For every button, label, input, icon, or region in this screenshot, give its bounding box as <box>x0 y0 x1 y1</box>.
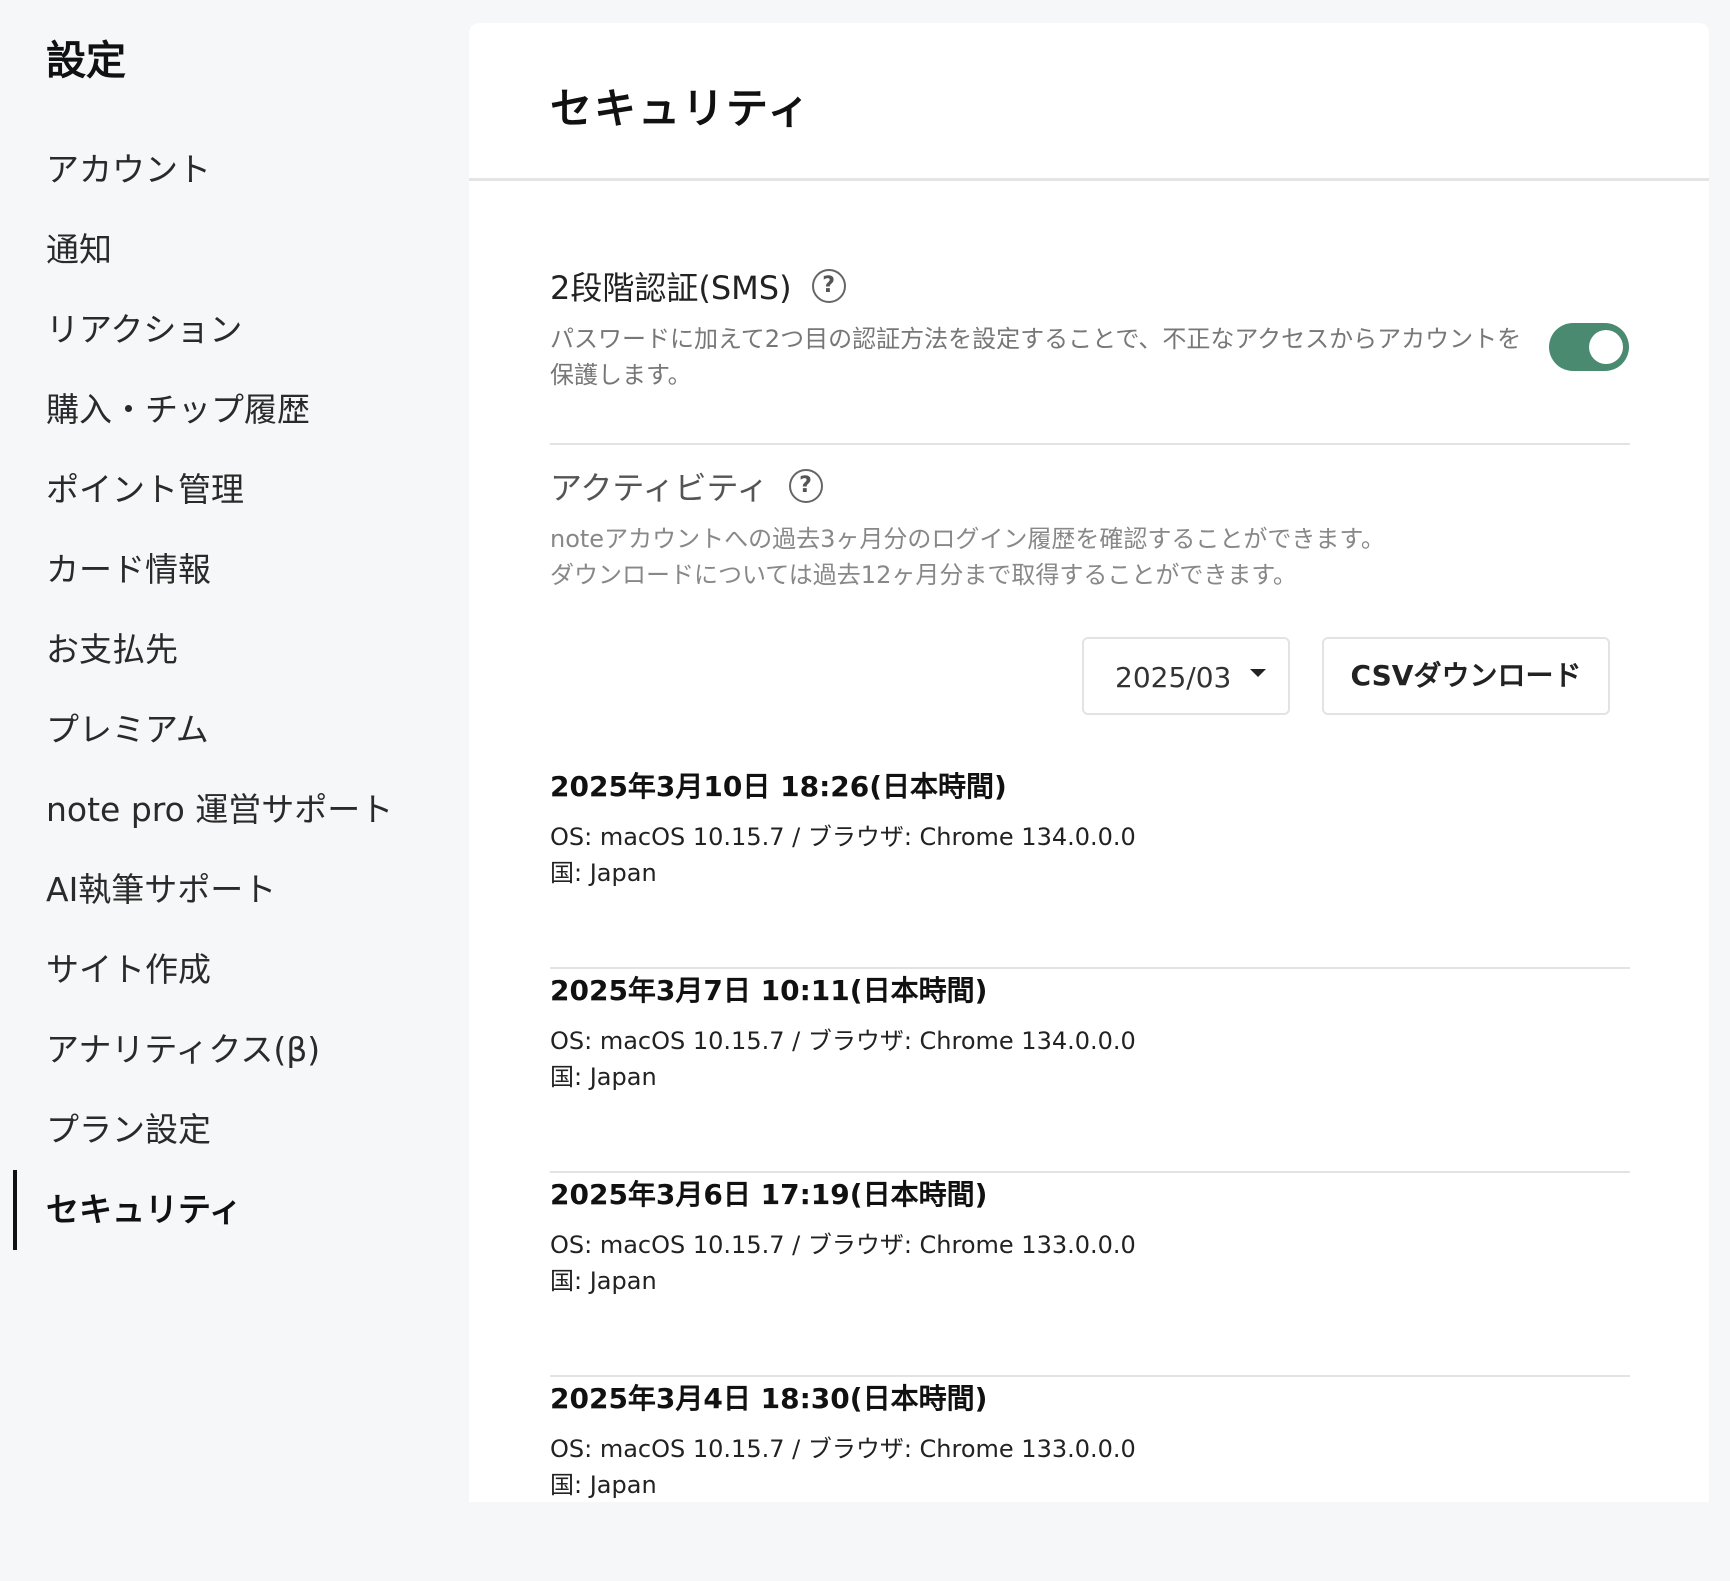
month-select-value: 2025/03 <box>1115 661 1232 694</box>
login-history-item: 2025年3月6日 17:19(日本時間) OS: macOS 10.15.7 … <box>550 1173 1630 1377</box>
login-history-list: 2025年3月10日 18:26(日本時間) OS: macOS 10.15.7… <box>550 765 1630 1581</box>
login-country: 国: Japan <box>550 1267 657 1295</box>
settings-sidebar: 設定 アカウント 通知 リアクション 購入・チップ履歴 ポイント管理 カード情報… <box>0 0 470 1502</box>
activity-title: アクティビティ <box>550 469 769 507</box>
sms-2fa-toggle[interactable] <box>1549 323 1629 371</box>
activity-description: noteアカウントへの過去3ヶ月分のログイン履歴を確認することができます。 ダウ… <box>550 521 1630 593</box>
login-date: 2025年3月10日 18:26(日本時間) <box>550 770 1007 803</box>
activity-description-line-2: ダウンロードについては過去12ヶ月分まで取得することができます。 <box>550 561 1297 589</box>
login-country: 国: Japan <box>550 859 657 887</box>
sidebar-title: 設定 <box>46 38 126 84</box>
sidebar-item-notifications[interactable]: 通知 <box>0 210 470 290</box>
sms-2fa-section: 2段階認証(SMS) ? パスワードに加えて2つ目の認証方法を設定することで、不… <box>550 263 1630 393</box>
login-date: 2025年3月4日 18:30(日本時間) <box>550 1382 988 1415</box>
month-select[interactable]: 2025/03 <box>1082 637 1290 715</box>
login-country: 国: Japan <box>550 1063 657 1091</box>
sms-2fa-title: 2段階認証(SMS) <box>550 269 792 307</box>
sidebar-item-card-info[interactable]: カード情報 <box>0 530 470 610</box>
section-divider <box>550 443 1630 445</box>
help-circle-icon[interactable]: ? <box>788 469 823 503</box>
sidebar-item-account[interactable]: アカウント <box>0 130 470 210</box>
panel-header: セキュリティ <box>469 23 1709 181</box>
login-history-item: 2025年3月10日 18:26(日本時間) OS: macOS 10.15.7… <box>550 765 1630 969</box>
help-circle-icon[interactable]: ? <box>811 269 846 303</box>
login-history-item: 2025年3月7日 10:11(日本時間) OS: macOS 10.15.7 … <box>550 969 1630 1173</box>
login-os-browser: OS: macOS 10.15.7 / ブラウザ: Chrome 133.0.0… <box>550 1231 1136 1259</box>
sidebar-item-reactions[interactable]: リアクション <box>0 290 470 370</box>
page-title: セキュリティ <box>550 84 812 133</box>
sidebar-item-note-pro-support[interactable]: note pro 運営サポート <box>0 770 470 850</box>
sidebar-item-purchase-history[interactable]: 購入・チップ履歴 <box>0 370 470 450</box>
sidebar-item-analytics[interactable]: アナリティクス(β) <box>0 1010 470 1090</box>
login-os-browser: OS: macOS 10.15.7 / ブラウザ: Chrome 134.0.0… <box>550 1027 1136 1055</box>
sidebar-item-points[interactable]: ポイント管理 <box>0 450 470 530</box>
sidebar-item-site-builder[interactable]: サイト作成 <box>0 930 470 1010</box>
caret-down-icon <box>1250 669 1266 677</box>
sidebar-item-ai-writing[interactable]: AI執筆サポート <box>0 850 470 930</box>
login-date: 2025年3月6日 17:19(日本時間) <box>550 1178 988 1211</box>
toggle-knob <box>1589 330 1623 364</box>
activity-section: アクティビティ ? noteアカウントへの過去3ヶ月分のログイン履歴を確認するこ… <box>550 463 1630 593</box>
login-os-browser: OS: macOS 10.15.7 / ブラウザ: Chrome 133.0.0… <box>550 1435 1136 1463</box>
sidebar-nav: アカウント 通知 リアクション 購入・チップ履歴 ポイント管理 カード情報 お支… <box>0 130 470 1250</box>
activity-description-line-1: noteアカウントへの過去3ヶ月分のログイン履歴を確認することができます。 <box>550 525 1385 553</box>
security-panel: セキュリティ 2段階認証(SMS) ? パスワードに加えて2つ目の認証方法を設定… <box>469 23 1709 1502</box>
sidebar-item-plan-settings[interactable]: プラン設定 <box>0 1090 470 1170</box>
login-date: 2025年3月7日 10:11(日本時間) <box>550 974 988 1007</box>
sms-2fa-description: パスワードに加えて2つ目の認証方法を設定することで、不正なアクセスからアカウント… <box>550 325 1522 389</box>
sidebar-item-security[interactable]: セキュリティ <box>0 1170 470 1250</box>
login-os-browser: OS: macOS 10.15.7 / ブラウザ: Chrome 134.0.0… <box>550 823 1136 851</box>
login-history-item: 2025年3月4日 18:30(日本時間) OS: macOS 10.15.7 … <box>550 1377 1630 1581</box>
csv-download-button[interactable]: CSVダウンロード <box>1322 637 1610 715</box>
sidebar-item-premium[interactable]: プレミアム <box>0 690 470 770</box>
login-country: 国: Japan <box>550 1471 657 1499</box>
sidebar-item-payout[interactable]: お支払先 <box>0 610 470 690</box>
